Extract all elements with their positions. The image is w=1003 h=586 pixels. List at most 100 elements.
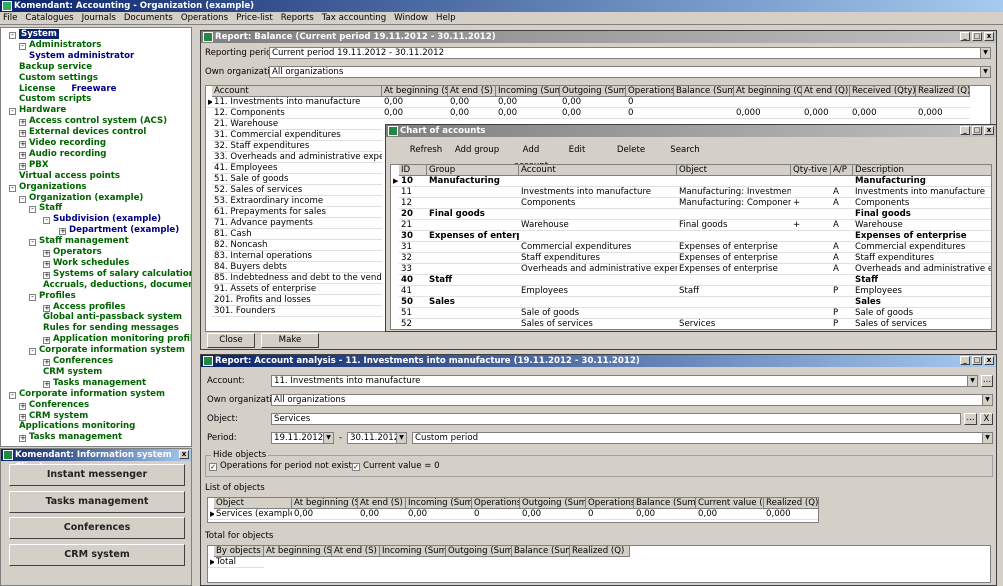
- client-button-instant-messenger[interactable]: Instant messenger: [9, 464, 185, 486]
- tree-node[interactable]: + CRM system: [19, 411, 88, 422]
- tree-node[interactable]: - System: [9, 29, 59, 40]
- expand-icon[interactable]: +: [19, 151, 26, 159]
- account-select[interactable]: 11. Investments into manufacture ▼: [271, 375, 978, 387]
- tree-node[interactable]: + PBX: [19, 160, 48, 171]
- date-to-field[interactable]: 30.11.2012 ▼: [347, 432, 407, 444]
- tree-node[interactable]: - Staff: [29, 203, 62, 214]
- tree-node[interactable]: License Freeware: [19, 84, 116, 95]
- tree-node[interactable]: + Tasks management: [19, 432, 122, 443]
- tree-node[interactable]: - Hardware: [9, 105, 66, 116]
- close-icon[interactable]: x: [984, 356, 994, 365]
- expand-icon[interactable]: +: [43, 337, 50, 345]
- navigation-tree[interactable]: - System - Administrators System administrat…: [0, 27, 192, 447]
- expand-icon[interactable]: +: [19, 402, 26, 410]
- maximize-icon[interactable]: □: [972, 32, 982, 41]
- tree-node[interactable]: - Administrators: [19, 40, 101, 51]
- collapse-icon[interactable]: -: [43, 217, 50, 225]
- menu-item-tax-accounting[interactable]: Tax accounting: [322, 13, 386, 23]
- totals-table[interactable]: By objects At beginning (S) At end (S) Inco…: [207, 545, 991, 583]
- tree-node[interactable]: + Tasks management: [43, 378, 146, 389]
- expand-icon[interactable]: +: [19, 119, 26, 127]
- tree-node[interactable]: + Audio recording: [19, 149, 106, 160]
- tree-node[interactable]: + Work schedules: [43, 258, 129, 269]
- client-button-crm-system[interactable]: CRM system: [9, 543, 185, 566]
- collapse-icon[interactable]: -: [9, 32, 16, 39]
- column-header[interactable]: Realized (Q): [764, 498, 818, 509]
- column-header[interactable]: Balance (Sum): [634, 498, 696, 509]
- tree-node[interactable]: + Department (example): [59, 225, 179, 236]
- column-header[interactable]: Object: [214, 498, 292, 509]
- collapse-icon[interactable]: -: [9, 391, 16, 399]
- close-button[interactable]: Close: [207, 333, 255, 348]
- object-clear-button[interactable]: X: [980, 413, 993, 425]
- period-type-select[interactable]: Custom period ▼: [412, 432, 993, 444]
- toolbar-button-search[interactable]: Search: [668, 142, 702, 158]
- menu-item-journals[interactable]: Journals: [82, 13, 116, 23]
- objects-table[interactable]: Object At beginning (S) At end (S) Incoming…: [207, 497, 819, 523]
- column-header[interactable]: Description: [853, 165, 991, 176]
- expand-icon[interactable]: +: [19, 141, 26, 148]
- minimize-icon[interactable]: _: [960, 356, 970, 365]
- minimize-icon[interactable]: _: [960, 126, 970, 135]
- menu-item-window[interactable]: Window: [394, 13, 428, 23]
- column-header[interactable]: Incoming (Sum): [406, 498, 472, 509]
- expand-icon[interactable]: +: [19, 435, 26, 443]
- close-icon[interactable]: x: [984, 126, 994, 135]
- collapse-icon[interactable]: -: [9, 108, 16, 116]
- toolbar-button-add-account[interactable]: Add account: [506, 142, 556, 171]
- tree-node[interactable]: + Access profiles: [43, 302, 125, 313]
- tree-node[interactable]: + Conferences: [19, 400, 89, 411]
- tree-node[interactable]: - Staff management: [29, 236, 129, 247]
- column-header[interactable]: At end (Q): [802, 86, 850, 97]
- close-icon[interactable]: x: [984, 32, 994, 41]
- menu-item-catalogues[interactable]: Catalogues: [25, 13, 73, 23]
- tree-node[interactable]: + Systems of salary calculation: [43, 269, 191, 280]
- column-header[interactable]: At beginning (S): [382, 86, 448, 97]
- menu-item-reports[interactable]: Reports: [281, 13, 314, 23]
- tree-node[interactable]: Accruals, deductions, documents: [43, 280, 191, 291]
- tree-node[interactable]: + Access control system (ACS): [19, 116, 167, 127]
- menu-item-file[interactable]: File: [3, 13, 17, 23]
- tree-node[interactable]: - Corporate information system: [29, 345, 185, 356]
- column-header[interactable]: At beginning (S): [264, 546, 332, 557]
- tree-node[interactable]: - Organization (example): [19, 193, 143, 204]
- current-value-zero-checkbox[interactable]: ✓ Current value = 0: [352, 461, 440, 472]
- collapse-icon[interactable]: -: [29, 348, 36, 356]
- column-header[interactable]: By objects: [214, 546, 264, 557]
- minimize-icon[interactable]: _: [960, 32, 970, 41]
- client-button-conferences[interactable]: Conferences: [9, 517, 185, 539]
- account-browse-button[interactable]: ...: [981, 375, 993, 387]
- tree-node[interactable]: Custom settings: [19, 73, 98, 84]
- menu-item-operations[interactable]: Operations: [181, 13, 228, 23]
- column-header[interactable]: Qty-tive: [791, 165, 831, 176]
- tree-node[interactable]: + Conferences: [43, 356, 113, 367]
- expand-icon[interactable]: +: [43, 271, 50, 279]
- column-header[interactable]: At beginning (Q): [734, 86, 802, 97]
- column-header[interactable]: Balance (Sum): [512, 546, 570, 557]
- tree-node[interactable]: Virtual access points: [19, 171, 120, 182]
- object-field[interactable]: Services: [271, 413, 961, 425]
- column-header[interactable]: At end (S): [448, 86, 496, 97]
- column-header[interactable]: Operations: [626, 86, 674, 97]
- column-header[interactable]: At beginning (S): [292, 498, 358, 509]
- maximize-icon[interactable]: □: [972, 356, 982, 365]
- column-header[interactable]: Realized (Q): [916, 86, 970, 97]
- expand-icon[interactable]: +: [43, 304, 50, 312]
- expand-icon[interactable]: +: [19, 413, 26, 421]
- column-header[interactable]: Outgoing (Sum): [560, 86, 626, 97]
- expand-icon[interactable]: +: [43, 260, 50, 268]
- tree-node[interactable]: Backup service: [19, 62, 92, 73]
- column-header[interactable]: Incoming (Sum): [496, 86, 560, 97]
- collapse-icon[interactable]: -: [29, 239, 36, 247]
- column-header[interactable]: Received (Qty): [850, 86, 916, 97]
- tree-node[interactable]: Global anti-passback system: [43, 312, 182, 323]
- column-header[interactable]: Current value (S): [696, 498, 764, 509]
- column-header[interactable]: Object: [677, 165, 791, 176]
- collapse-icon[interactable]: -: [9, 184, 16, 192]
- column-header[interactable]: At end (S): [332, 546, 380, 557]
- operations-not-exists-checkbox[interactable]: ✓ Operations for period not exists: [209, 461, 356, 472]
- maximize-icon[interactable]: □: [972, 126, 982, 135]
- tree-node[interactable]: + Operators: [43, 247, 102, 258]
- tree-node[interactable]: Applications monitoring: [19, 421, 135, 432]
- close-icon[interactable]: x: [179, 450, 189, 459]
